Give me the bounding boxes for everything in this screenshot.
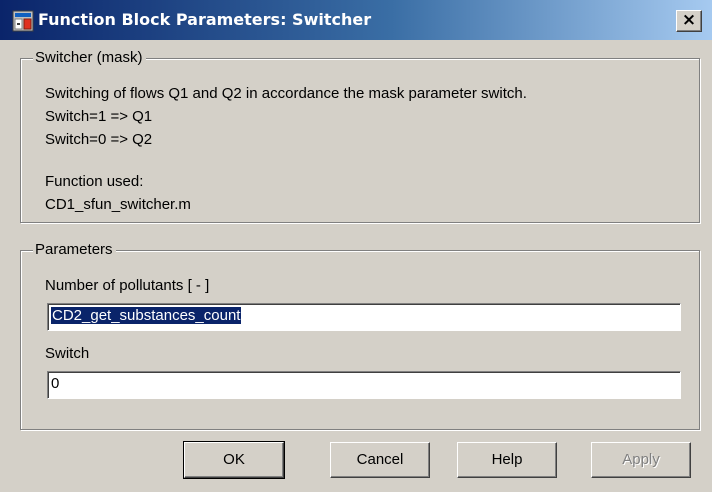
title-bar[interactable]: Function Block Parameters: Switcher ×: [0, 0, 712, 40]
switch-value: 0: [51, 375, 60, 392]
description-line-2: Switch=1 => Q1: [45, 108, 153, 125]
pollutants-value: CD2_get_substances_count: [49, 306, 243, 325]
mask-group: Switcher (mask) Switching of flows Q1 an…: [20, 49, 700, 223]
pollutants-input[interactable]: CD2_get_substances_count: [47, 303, 681, 331]
window-title: Function Block Parameters: Switcher: [38, 10, 372, 29]
function-used-label: Function used:: [45, 173, 144, 190]
mask-group-legend: Switcher (mask): [33, 49, 146, 67]
switch-input[interactable]: 0: [47, 371, 681, 399]
description-line-1: Switching of flows Q1 and Q2 in accordan…: [45, 85, 527, 102]
parameters-group-legend: Parameters: [33, 241, 116, 259]
function-name: CD1_sfun_switcher.m: [45, 196, 191, 213]
help-button[interactable]: Help: [457, 442, 557, 478]
parameters-group: Parameters Number of pollutants [ - ] CD…: [20, 241, 700, 430]
ok-button[interactable]: OK: [183, 441, 285, 479]
simulink-block-icon: [12, 10, 34, 32]
description-line-3: Switch=0 => Q2: [45, 131, 153, 148]
cancel-button[interactable]: Cancel: [330, 442, 430, 478]
switch-label: Switch: [45, 345, 90, 362]
pollutants-label: Number of pollutants [ - ]: [45, 277, 210, 294]
close-icon: ×: [681, 10, 697, 30]
close-button[interactable]: ×: [676, 10, 702, 32]
apply-button[interactable]: Apply: [591, 442, 691, 478]
